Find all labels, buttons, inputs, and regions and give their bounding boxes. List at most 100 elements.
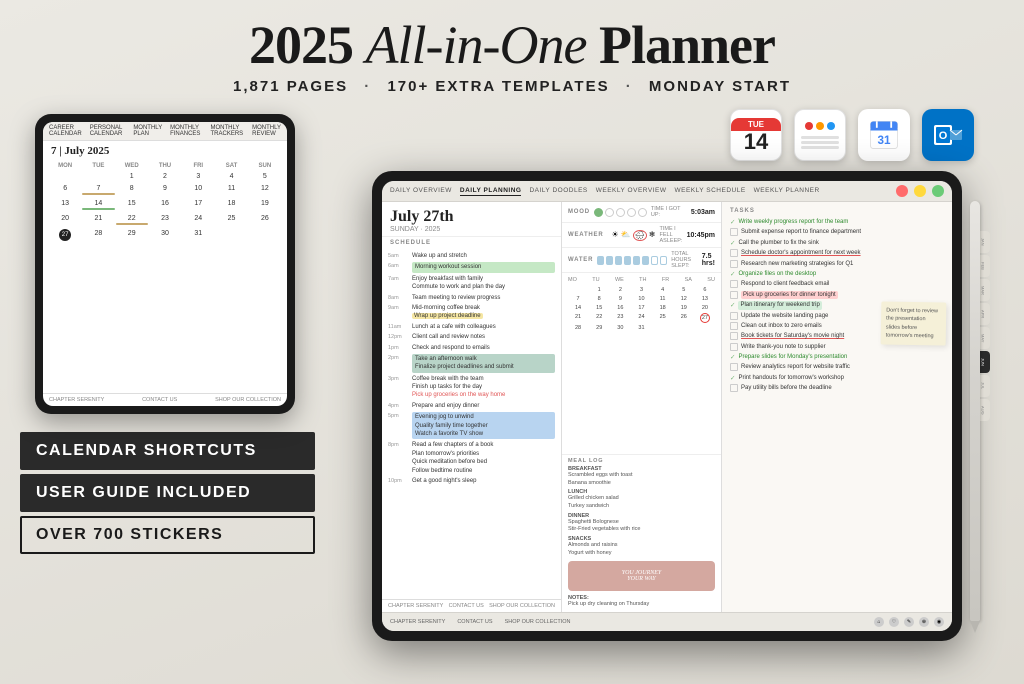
feature-badges: CALENDAR SHORTCUTS USER GUIDE INCLUDED O… (20, 432, 315, 554)
water-dot[interactable] (615, 256, 622, 265)
schedule-item: 7am Enjoy breakfast with familyCommute t… (382, 274, 561, 293)
water-dot[interactable] (651, 256, 658, 265)
toolbar-icon[interactable]: ◉ (934, 617, 944, 627)
bottom-tab-contact[interactable]: CONTACT US (457, 619, 492, 625)
tab-review[interactable]: MONTHLY REVIEW (252, 125, 281, 137)
day-sat: SAT (215, 163, 247, 169)
tab-trackers[interactable]: MONTHLY TRACKERS (211, 125, 245, 137)
tasks-col: TASKS ✓ Write weekly progress report for… (722, 202, 952, 612)
title-prefix: 2025 (249, 15, 366, 75)
mood-circle-5[interactable] (638, 208, 647, 217)
tab-daily-doodles[interactable]: DAILY DOODLES (529, 186, 587, 196)
dot-blue (827, 122, 835, 130)
tab-daily-planning[interactable]: DAILY PLANNING (460, 186, 522, 196)
dot-1: · (364, 78, 371, 95)
uncheck-icon (730, 384, 738, 392)
day-wed: WED (116, 163, 148, 169)
tab-monthly-fin[interactable]: MONTHLY FINANCES (170, 125, 202, 137)
close-btn[interactable] (896, 185, 908, 197)
mini-cal-section: MOTUWETHFRSASU 1 2 3 4 5 6 (562, 273, 721, 454)
tab-weekly-overview[interactable]: WEEKLY OVERVIEW (596, 186, 667, 196)
right-tablet-wrapper: TUE 14 (330, 109, 1004, 641)
schedule-item: 10pm Get a good night's sleep (382, 476, 561, 486)
calendar-weeks: 1 2 3 4 5 6 7 8 9 10 (49, 172, 281, 241)
app-icons-row: TUE 14 (730, 109, 974, 161)
time-got-up-val: 5:03am (691, 209, 715, 216)
mood-circle-4[interactable] (627, 208, 636, 217)
task-item: ✓ Write weekly progress report for the t… (730, 218, 944, 226)
planner-date-header: July 27th SUNDAY · 2025 (382, 202, 561, 237)
mood-circle-3[interactable] (616, 208, 625, 217)
tab-monthly-plan[interactable]: MONTHLY PLAN (133, 125, 162, 137)
maximize-btn[interactable] (932, 185, 944, 197)
check-icon: ✓ (730, 353, 735, 361)
footer-brand: CHAPTER SERENITY (49, 397, 104, 403)
planner-nav: DAILY OVERVIEW DAILY PLANNING DAILY DOOD… (382, 181, 952, 202)
task-item: ✓ Call the plumber to fix the sink (730, 239, 944, 247)
day-sun: SUN (249, 163, 281, 169)
tab-daily-overview[interactable]: DAILY OVERVIEW (390, 186, 452, 196)
toolbar-icon[interactable]: ♡ (889, 617, 899, 627)
mood-circle-1[interactable] (594, 208, 603, 217)
uncheck-icon (730, 343, 738, 351)
content-area: CAREER CALENDAR PERSONAL CALENDAR MONTHL… (20, 109, 1004, 674)
footer-shop[interactable]: SHOP OUR COLLECTION (215, 397, 281, 403)
uncheck-icon (730, 228, 738, 236)
minimize-btn[interactable] (914, 185, 926, 197)
schedule-items: 5am Wake up and stretch 6am Morning work… (382, 249, 561, 599)
schedule-item: 8pm Read a few chapters of a bookPlan to… (382, 440, 561, 476)
schedule-item: 3pm Coffee break with the teamFinish up … (382, 374, 561, 401)
week-2: 6 7 8 9 10 11 12 (49, 184, 281, 196)
meal-log-label: MEAL LOG (568, 458, 715, 464)
schedule-item: 6am Morning workout session (382, 261, 561, 273)
schedule-item: 11am Lunch at a cafe with colleagues (382, 322, 561, 332)
water-dot[interactable] (624, 256, 631, 265)
toolbar-icon[interactable]: ✎ (904, 617, 914, 627)
schedule-item: 12pm Client call and review notes (382, 332, 561, 342)
time-asleep-row: TIME I FELL ASLEEP: 10:45pm (660, 226, 716, 244)
tab-career[interactable]: CAREER CALENDAR (49, 125, 82, 137)
tab-weekly-planner[interactable]: WEEKLY PLANNER (754, 186, 820, 196)
schedule-item: 2pm Take an afternoon walkFinalize proje… (382, 353, 561, 374)
water-dot[interactable] (597, 256, 604, 265)
tab-weekly-schedule[interactable]: WEEKLY SCHEDULE (674, 186, 745, 196)
uncheck-icon (730, 249, 738, 257)
water-dot[interactable] (606, 256, 613, 265)
task-item: Review analytics report for website traf… (730, 363, 944, 371)
task-item: Schedule doctor's appointment for next w… (730, 249, 944, 257)
task-item: Submit expense report to finance departm… (730, 228, 944, 236)
day-tue: TUE (82, 163, 114, 169)
calendar-grid: MON TUE WED THU FRI SAT SUN (43, 161, 287, 393)
sun-icon: ☀ (612, 230, 619, 241)
bottom-tab-shop[interactable]: SHOP OUR COLLECTION (505, 619, 571, 625)
mood-circle-2[interactable] (605, 208, 614, 217)
stylus-tip (970, 621, 980, 633)
day-thu: THU (149, 163, 181, 169)
schedule-item: 9am Mid-morning coffee breakWrap up proj… (382, 303, 561, 322)
tablet-nav: CAREER CALENDAR PERSONAL CALENDAR MONTHL… (43, 122, 287, 141)
uncheck-icon (730, 363, 738, 371)
check-icon: ✓ (730, 218, 735, 226)
footer-contact[interactable]: CONTACT US (142, 397, 177, 403)
toolbar-icon[interactable]: ⌂ (874, 617, 884, 627)
sticky-text: Don't forget to review the presentation … (886, 307, 942, 341)
back-tablet: CAREER CALENDAR PERSONAL CALENDAR MONTHL… (35, 114, 295, 414)
google-calendar-icon: 31 (858, 109, 910, 161)
calendar-days-header: MON TUE WED THU FRI SAT SUN (49, 163, 281, 169)
subtitle-pages: 1,871 PAGES (233, 78, 348, 95)
water-dot[interactable] (660, 256, 667, 265)
water-dot[interactable] (642, 256, 649, 265)
water-row: WATER (562, 248, 721, 273)
gcal-svg: 31 (866, 117, 902, 153)
schedule-label: SCHEDULE (382, 237, 561, 249)
mini-cal-row: 14 15 16 17 18 19 20 (568, 304, 715, 312)
mood-circles (594, 208, 647, 217)
mini-cal-row: 21 22 23 24 25 26 27 (568, 313, 715, 323)
back-tablet-inner: CAREER CALENDAR PERSONAL CALENDAR MONTHL… (43, 122, 287, 406)
weather-icons: ☀ ⛅ 🌧 ❄ (612, 230, 656, 241)
tab-personal[interactable]: PERSONAL CALENDAR (90, 125, 126, 137)
water-dot[interactable] (633, 256, 640, 265)
uncheck-icon (730, 332, 738, 340)
toolbar-icon[interactable]: ⊕ (919, 617, 929, 627)
time-got-up-label: TIME I GOT UP: (651, 206, 688, 218)
